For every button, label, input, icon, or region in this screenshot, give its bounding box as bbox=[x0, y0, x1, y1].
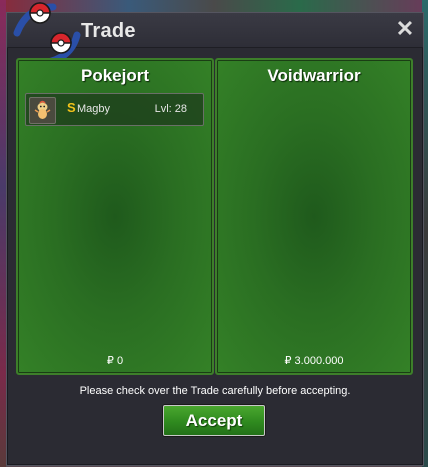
money-offer-right: ₽ 3.000.000 bbox=[284, 355, 344, 367]
money-offer-left: ₽ 0 bbox=[106, 355, 124, 367]
trade-panel-right: Voidwarrior ₽ 3.000.000 bbox=[215, 58, 413, 375]
trade-notice: Please check over the Trade carefully be… bbox=[79, 385, 351, 397]
accept-button[interactable]: Accept bbox=[163, 405, 265, 436]
player-name-left: Pokejort bbox=[80, 66, 150, 85]
trade-item-row[interactable]: S Magby Lvl: 28 bbox=[25, 93, 204, 126]
window-title: Trade bbox=[81, 20, 136, 42]
shiny-marker: S bbox=[67, 100, 76, 115]
pokemon-name: Magby bbox=[77, 103, 111, 115]
trade-panel-left: Pokejort S Magby Lvl: 28 ₽ 0 bbox=[16, 58, 214, 375]
trade-window: Trade ✕ Pokejort S Magby Lvl: 28 ₽ 0 Voi… bbox=[6, 2, 424, 466]
magby-sprite-icon bbox=[29, 97, 56, 124]
pokemon-level: Lvl: 28 bbox=[154, 103, 187, 115]
close-icon[interactable]: ✕ bbox=[395, 18, 415, 40]
player-name-right: Voidwarrior bbox=[267, 66, 361, 85]
